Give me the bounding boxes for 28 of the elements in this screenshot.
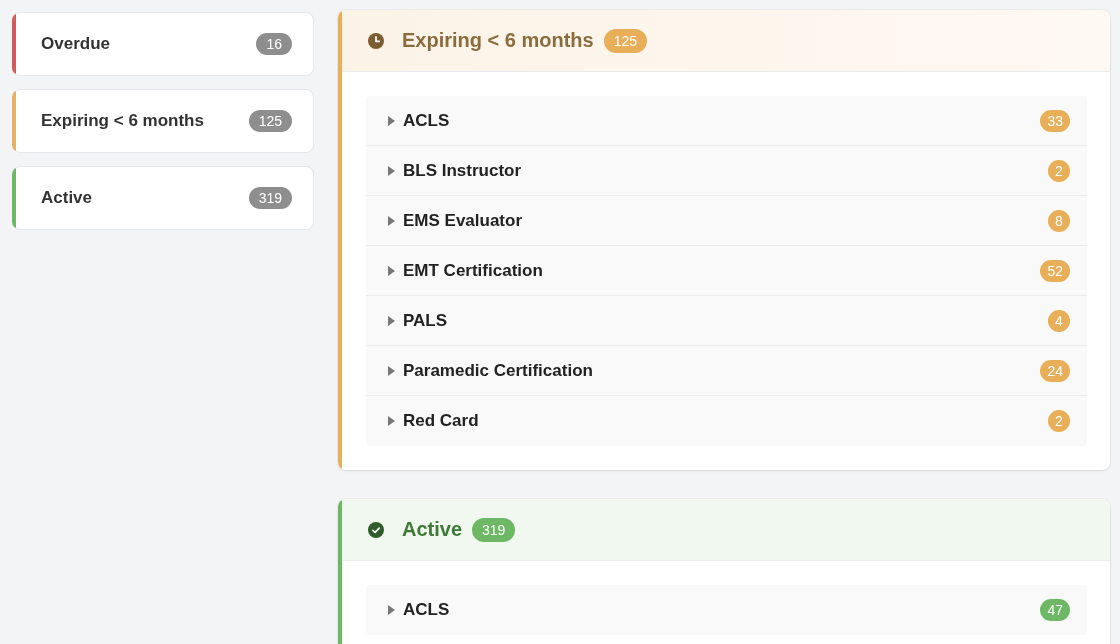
- clock-icon: [368, 32, 384, 49]
- count-badge: 2: [1048, 159, 1070, 182]
- count-badge: 24: [1040, 359, 1070, 382]
- certification-row[interactable]: Red Card 2: [366, 396, 1087, 446]
- filter-card[interactable]: Active 319: [12, 166, 314, 230]
- certification-row[interactable]: PALS 4: [366, 296, 1087, 346]
- count-badge: 319: [248, 187, 292, 209]
- certification-row[interactable]: ACLS 47: [366, 585, 1087, 635]
- filter-card[interactable]: Overdue 16: [12, 12, 314, 76]
- filter-card[interactable]: Expiring < 6 months 125: [12, 89, 314, 153]
- section-title: Expiring < 6 months: [402, 29, 594, 52]
- certification-row[interactable]: ACLS 33: [366, 96, 1087, 146]
- certification-row[interactable]: EMT Certification 52: [366, 246, 1087, 296]
- count-badge: 52: [1040, 259, 1070, 282]
- count-badge: 33: [1040, 109, 1070, 132]
- count-badge: 125: [603, 28, 648, 53]
- section-title: Active: [402, 518, 463, 541]
- certification-row[interactable]: Paramedic Certification 24: [366, 346, 1087, 396]
- count-badge: 47: [1040, 599, 1070, 621]
- count-badge: 125: [248, 110, 292, 132]
- count-badge: 16: [256, 33, 292, 55]
- count-badge: 8: [1048, 209, 1070, 232]
- certification-row[interactable]: EMS Evaluator 8: [366, 196, 1087, 246]
- count-badge: 2: [1048, 410, 1070, 432]
- count-badge: 319: [472, 517, 516, 542]
- count-badge: 4: [1048, 309, 1070, 332]
- certification-row[interactable]: BLS Instructor 2: [366, 146, 1087, 196]
- check-circle-icon: [368, 521, 384, 538]
